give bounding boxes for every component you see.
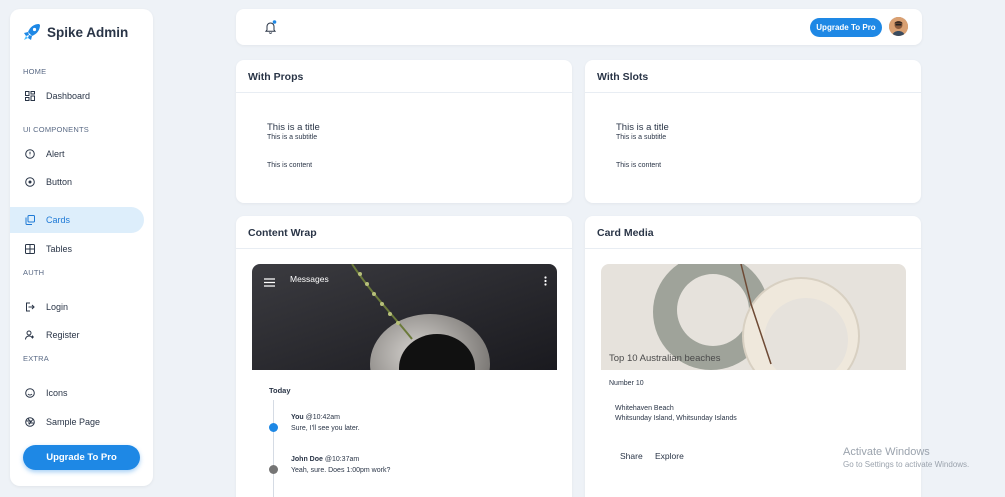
nav-section-home: HOME bbox=[23, 67, 47, 76]
login-icon bbox=[24, 302, 35, 313]
mood-icon bbox=[24, 388, 35, 399]
sidebar-item-cards[interactable]: Cards bbox=[10, 207, 144, 233]
timeline-entry-text: Sure, I'll see you later. bbox=[291, 425, 360, 432]
entry-time: @10:42am bbox=[305, 414, 341, 421]
cards-icon bbox=[24, 215, 35, 226]
circle-dot-icon bbox=[24, 177, 35, 188]
card-heading: With Slots bbox=[585, 60, 921, 93]
card-media-chip: Number 10 bbox=[607, 378, 646, 389]
alert-circle-icon bbox=[24, 149, 35, 160]
sidebar-item-label: Login bbox=[46, 302, 69, 312]
share-button[interactable]: Share bbox=[620, 451, 643, 461]
card-heading: Content Wrap bbox=[236, 216, 572, 249]
sidebar-item-dashboard[interactable]: Dashboard bbox=[10, 83, 144, 109]
sidebar-item-label: Dashboard bbox=[46, 91, 91, 101]
table-icon bbox=[24, 244, 35, 255]
watermark-line1: Activate Windows bbox=[843, 446, 930, 458]
card-content-wrap: Content Wrap Messages Today You @10:42am… bbox=[236, 216, 572, 497]
sidebar-upgrade-button[interactable]: Upgrade To Pro bbox=[23, 445, 140, 470]
messages-header-image: Messages bbox=[252, 264, 557, 370]
sidebar-item-icons[interactable]: Icons bbox=[10, 380, 144, 406]
sidebar-item-label: Register bbox=[46, 330, 80, 340]
menu-icon[interactable] bbox=[264, 274, 275, 292]
topbar-upgrade-button[interactable]: Upgrade To Pro bbox=[810, 18, 882, 37]
card-content: This is content bbox=[267, 162, 313, 169]
sidebar-item-label: Button bbox=[46, 177, 73, 187]
avatar[interactable] bbox=[889, 17, 908, 36]
sidebar: Spike Admin HOME Dashboard UI COMPONENTS… bbox=[10, 9, 153, 486]
card-media-line1: Whitehaven Beach bbox=[615, 405, 674, 412]
sidebar-item-label: Tables bbox=[46, 244, 73, 254]
card-content: This is content bbox=[616, 162, 662, 169]
dashboard-icon bbox=[24, 91, 35, 102]
card-title: This is a title bbox=[616, 122, 669, 133]
sidebar-item-label: Alert bbox=[46, 149, 65, 159]
sidebar-item-register[interactable]: Register bbox=[10, 322, 144, 348]
top-bar: Upgrade To Pro bbox=[236, 9, 922, 45]
rocket-icon bbox=[24, 24, 40, 40]
more-vertical-icon[interactable] bbox=[544, 273, 547, 291]
card-media-line2: Whitsunday Island, Whitsunday Islands bbox=[615, 415, 737, 422]
sidebar-item-label: Icons bbox=[46, 388, 68, 398]
nav-section-auth: AUTH bbox=[23, 268, 45, 277]
card-with-props: With Props This is a title This is a sub… bbox=[236, 60, 572, 203]
sidebar-item-login[interactable]: Login bbox=[10, 294, 144, 320]
timeline-entry-author: John Doe @10:37am bbox=[291, 456, 359, 463]
user-plus-icon bbox=[24, 330, 35, 341]
sidebar-item-tables[interactable]: Tables bbox=[10, 236, 144, 262]
card-heading: With Props bbox=[236, 60, 572, 93]
card-heading: Card Media bbox=[585, 216, 921, 249]
card-title: This is a title bbox=[267, 122, 320, 133]
aperture-icon bbox=[24, 417, 35, 428]
card-with-slots: With Slots This is a title This is a sub… bbox=[585, 60, 921, 203]
sidebar-item-sample-page[interactable]: Sample Page bbox=[10, 409, 144, 435]
card-subtitle: This is a subtitle bbox=[267, 134, 318, 141]
sidebar-item-label: Sample Page bbox=[46, 417, 101, 427]
media-image-title: Top 10 Australian beaches bbox=[609, 353, 721, 364]
brand-name: Spike Admin bbox=[47, 24, 129, 40]
brand-logo[interactable]: Spike Admin bbox=[22, 22, 128, 42]
nav-section-ui-components: UI COMPONENTS bbox=[23, 125, 89, 134]
entry-time: @10:37am bbox=[324, 456, 360, 463]
messages-toolbar-title: Messages bbox=[290, 274, 329, 284]
timeline-line bbox=[273, 400, 274, 497]
timeline-entry-author: You @10:42am bbox=[291, 414, 340, 421]
timeline-dot bbox=[269, 465, 278, 474]
nav-section-extra: EXTRA bbox=[23, 354, 50, 363]
timeline-entry-text: Yeah, sure. Does 1:00pm work? bbox=[291, 467, 391, 474]
sidebar-item-alert[interactable]: Alert bbox=[10, 141, 144, 167]
explore-button[interactable]: Explore bbox=[655, 451, 684, 461]
entry-name: John Doe bbox=[291, 456, 323, 463]
timeline-dot bbox=[269, 423, 278, 432]
card-subtitle: This is a subtitle bbox=[616, 134, 667, 141]
bell-icon[interactable] bbox=[264, 20, 277, 39]
windows-activation-watermark: Activate Windows Go to Settings to activ… bbox=[843, 446, 969, 469]
media-image: Top 10 Australian beaches bbox=[601, 264, 906, 370]
entry-name: You bbox=[291, 414, 304, 421]
watermark-line2: Go to Settings to activate Windows. bbox=[843, 460, 970, 469]
timeline-heading: Today bbox=[269, 386, 291, 395]
sidebar-item-button[interactable]: Button bbox=[10, 169, 144, 195]
sidebar-item-label: Cards bbox=[46, 215, 71, 225]
